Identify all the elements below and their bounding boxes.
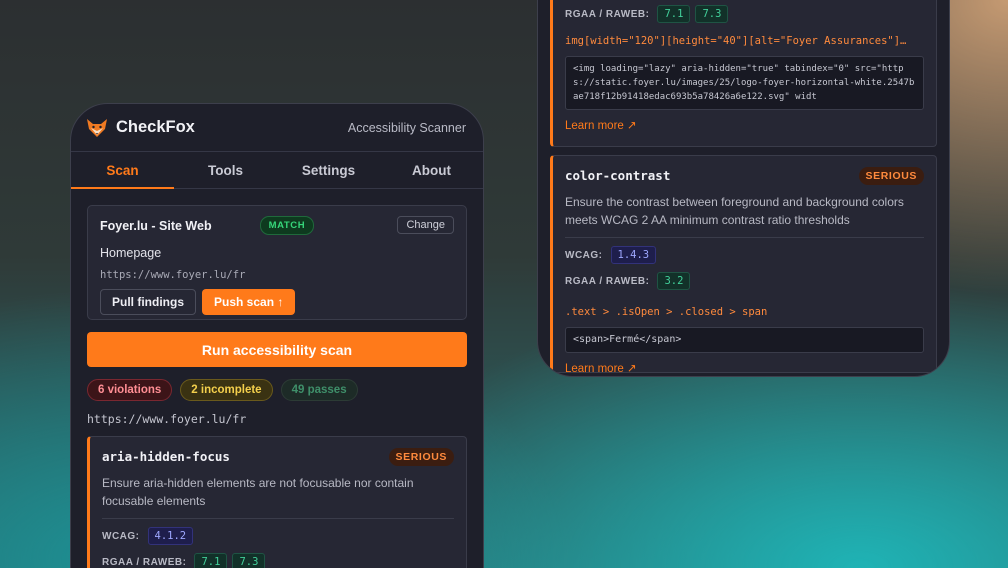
rgaa-row: RGAA / RAWEB: 7.1 7.3 bbox=[102, 553, 454, 568]
violations-count-badge[interactable]: 6 violations bbox=[87, 379, 173, 401]
match-badge: MATCH bbox=[259, 216, 315, 235]
violation-card: color-contrast SERIOUS Ensure the contra… bbox=[550, 155, 937, 375]
rgaa-tag: 3.2 bbox=[657, 272, 691, 290]
right-device-screen: RGAA / RAWEB: 7.1 7.3 img[width="120"][h… bbox=[537, 0, 950, 377]
violation-description: Ensure the contrast between foreground a… bbox=[565, 193, 924, 238]
severity-badge: SERIOUS bbox=[858, 167, 924, 185]
brand: CheckFox bbox=[86, 118, 195, 138]
tab-about[interactable]: About bbox=[380, 152, 483, 188]
violation-card: aria-hidden-focus SERIOUS Ensure aria-hi… bbox=[87, 436, 467, 568]
site-url: https://www.foyer.lu/fr bbox=[100, 269, 246, 281]
learn-more-link[interactable]: Learn more ↗ bbox=[565, 118, 924, 132]
node-html-snippet: <span>Fermé</span> bbox=[565, 327, 924, 353]
wcag-label: WCAG: bbox=[565, 249, 603, 261]
node-selector: .text > .isOpen > .closed > span bbox=[565, 306, 768, 318]
tab-settings[interactable]: Settings bbox=[277, 152, 380, 188]
site-card: Foyer.lu - Site Web MATCH Change Homepag… bbox=[87, 205, 467, 320]
node-html-snippet: <img loading="lazy" aria-hidden="true" t… bbox=[565, 56, 924, 110]
violation-card: RGAA / RAWEB: 7.1 7.3 img[width="120"][h… bbox=[550, 0, 937, 147]
run-scan-button[interactable]: Run accessibility scan bbox=[87, 332, 467, 367]
left-device-screen: CheckFox Accessibility Scanner Scan Tool… bbox=[70, 103, 484, 568]
app-subtitle: Accessibility Scanner bbox=[347, 120, 466, 135]
app-header: CheckFox Accessibility Scanner bbox=[71, 104, 483, 152]
app-name: CheckFox bbox=[116, 118, 195, 136]
rgaa-tag: 7.3 bbox=[232, 553, 266, 568]
rgaa-row: RGAA / RAWEB: 7.1 7.3 bbox=[565, 5, 924, 23]
wcag-row: WCAG: 1.4.3 bbox=[565, 246, 924, 264]
wcag-tag: 4.1.2 bbox=[147, 527, 194, 545]
violation-description: Ensure aria-hidden elements are not focu… bbox=[102, 474, 454, 519]
pull-findings-button[interactable]: Pull findings bbox=[100, 289, 196, 315]
tab-bar: Scan Tools Settings About bbox=[71, 152, 483, 189]
rgaa-tag: 7.1 bbox=[194, 553, 228, 568]
wcag-row: WCAG: 4.1.2 bbox=[102, 527, 454, 545]
result-counts: 6 violations 2 incomplete 49 passes bbox=[87, 379, 467, 401]
rgaa-tag: 7.3 bbox=[695, 5, 729, 23]
learn-more-link[interactable]: Learn more ↗ bbox=[565, 361, 924, 375]
node-selector: img[width="120"][height="40"][alt="Foyer… bbox=[565, 35, 907, 47]
tab-tools[interactable]: Tools bbox=[174, 152, 277, 188]
rgaa-label: RGAA / RAWEB: bbox=[565, 8, 650, 20]
site-page-name: Homepage bbox=[100, 246, 162, 260]
scanned-url: https://www.foyer.lu/fr bbox=[87, 412, 247, 426]
rgaa-tag: 7.1 bbox=[657, 5, 691, 23]
rgaa-label: RGAA / RAWEB: bbox=[565, 275, 650, 287]
push-scan-button[interactable]: Push scan ↑ bbox=[202, 289, 296, 315]
wcag-tag: 1.4.3 bbox=[610, 246, 657, 264]
results-list: RGAA / RAWEB: 7.1 7.3 img[width="120"][h… bbox=[538, 0, 949, 375]
rgaa-label: RGAA / RAWEB: bbox=[102, 556, 187, 568]
passes-count-badge[interactable]: 49 passes bbox=[280, 379, 358, 401]
severity-badge: SERIOUS bbox=[388, 448, 454, 466]
wcag-label: WCAG: bbox=[102, 530, 140, 542]
incomplete-count-badge[interactable]: 2 incomplete bbox=[180, 379, 273, 401]
fox-icon bbox=[87, 118, 107, 137]
tab-scan[interactable]: Scan bbox=[71, 152, 174, 189]
rgaa-row: RGAA / RAWEB: 3.2 bbox=[565, 272, 924, 290]
scan-panel: Foyer.lu - Site Web MATCH Change Homepag… bbox=[71, 189, 483, 568]
site-title: Foyer.lu - Site Web bbox=[100, 218, 212, 233]
change-button[interactable]: Change bbox=[397, 216, 454, 234]
